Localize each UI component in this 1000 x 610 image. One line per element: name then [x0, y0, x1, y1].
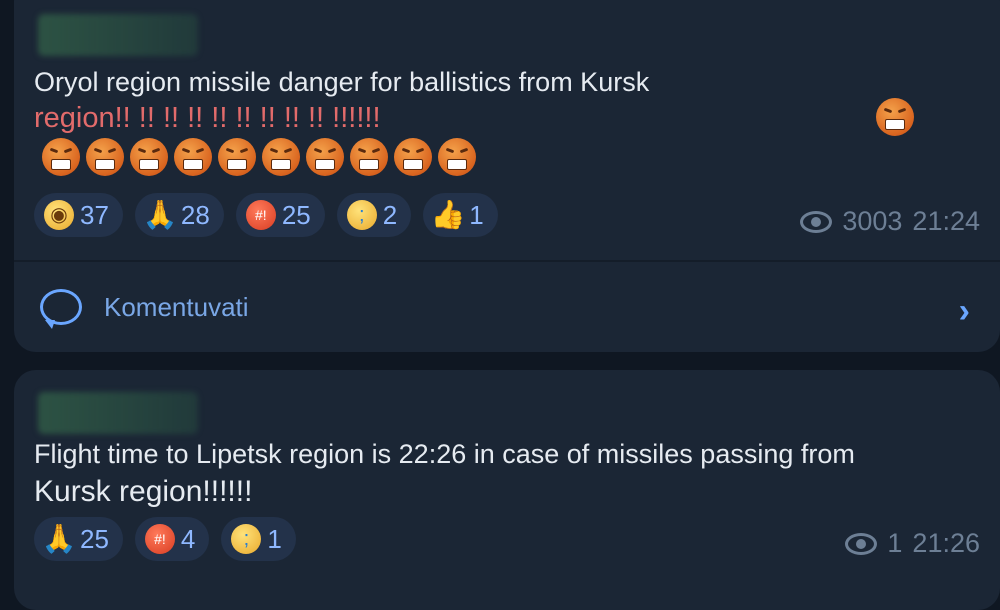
angry-face-icon	[218, 138, 256, 176]
emoji-row	[42, 138, 482, 176]
reactions-bar: 🙏 25 #! 4 ; 1	[34, 517, 296, 561]
reaction-thumbs-up[interactable]: 👍 1	[423, 193, 498, 237]
message-bubble: Oryol region missile danger for ballisti…	[14, 0, 1000, 352]
face-screaming-icon: ◉	[44, 200, 74, 230]
angry-face-icon	[130, 138, 168, 176]
comment-label: Komentuvati	[104, 291, 249, 322]
angry-face-icon	[394, 138, 432, 176]
message-text-line: Flight time to Lipetsk region is 22:26 i…	[34, 439, 855, 469]
reaction-count: 28	[180, 199, 210, 230]
view-count: 3003	[842, 206, 903, 236]
eye-icon	[800, 210, 833, 233]
message-time: 21:26	[912, 528, 980, 558]
reaction-cry[interactable]: ; 2	[336, 193, 412, 237]
thumbs-up-icon: 👍	[430, 199, 466, 230]
angry-face-icon: #!	[245, 200, 276, 230]
crying-face-icon: ;	[346, 200, 377, 230]
message-bubble: Flight time to Lipetsk region is 22:26 i…	[14, 370, 1000, 610]
angry-face-icon	[306, 138, 344, 176]
angry-face-icon	[876, 98, 914, 136]
message-text-line: Kursk region!!!!!!	[34, 475, 253, 508]
angry-face-icon	[438, 138, 476, 176]
reaction-count: 1	[469, 199, 484, 230]
reaction-count: 37	[80, 199, 109, 230]
reaction-count: 25	[80, 523, 109, 554]
chevron-right-icon: ›	[958, 292, 970, 330]
sender-name-blurred	[38, 14, 198, 56]
angry-face-icon	[42, 138, 80, 176]
message-text-line-highlighted: region!! !! !! !! !! !! !! !! !! !!!!!!	[34, 102, 381, 134]
reaction-count: 4	[180, 523, 196, 554]
reaction-scream[interactable]: ◉ 37	[34, 193, 123, 237]
reaction-rage[interactable]: #! 4	[134, 517, 210, 561]
angry-face-icon	[262, 138, 300, 176]
angry-face-icon: #!	[144, 524, 175, 554]
reaction-count: 25	[281, 199, 311, 230]
comment-button[interactable]: Komentuvati ›	[14, 262, 1000, 352]
comment-bubble-icon	[40, 289, 82, 329]
folded-hands-icon: 🙏	[41, 523, 77, 554]
angry-face-icon	[86, 138, 124, 176]
message-time: 21:24	[912, 206, 980, 236]
folded-hands-icon: 🙏	[142, 199, 178, 230]
reactions-bar: ◉ 37 🙏 28 #! 25 ; 2 👍 1	[34, 193, 498, 237]
angry-face-icon	[350, 138, 388, 176]
message-meta: 3003 21:24	[800, 206, 980, 237]
message-meta: 1 21:26	[845, 528, 980, 559]
message-text-line: Oryol region missile danger for ballisti…	[34, 67, 650, 97]
reaction-rage[interactable]: #! 25	[235, 193, 325, 237]
reaction-count: 1	[267, 523, 282, 554]
sender-name-blurred	[38, 392, 198, 434]
view-count: 1	[887, 528, 903, 558]
eye-icon	[845, 532, 878, 555]
reaction-pray[interactable]: 🙏 25	[34, 517, 123, 561]
reaction-pray[interactable]: 🙏 28	[134, 193, 224, 237]
angry-face-icon	[174, 138, 212, 176]
reaction-count: 2	[382, 199, 398, 230]
crying-face-icon: ;	[231, 524, 262, 554]
reaction-cry[interactable]: ; 1	[221, 517, 296, 561]
